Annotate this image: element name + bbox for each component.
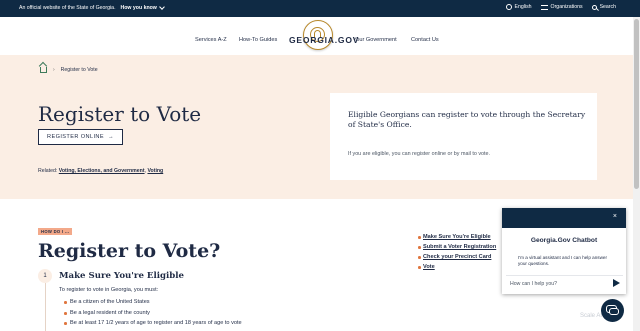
related-links: Related: Voting, Elections, and Governme…: [38, 168, 164, 174]
summary-card: Eligible Georgians can register to vote …: [330, 93, 597, 180]
list-item: Be at least 17 1/2 years of age to regis…: [64, 320, 242, 326]
organizations-icon: [540, 4, 548, 10]
breadcrumb-separator: ›: [53, 67, 55, 73]
chatbot-panel: × Georgia.Gov Chatbot I'm a virtual assi…: [502, 208, 626, 294]
home-icon[interactable]: [40, 67, 47, 73]
nav-your-government[interactable]: Your Government: [353, 37, 397, 43]
search-icon: [591, 4, 597, 10]
scrollbar-thumb[interactable]: [634, 19, 639, 189]
chatbot-input[interactable]: [510, 278, 608, 289]
register-online-label: REGISTER ONLINE: [47, 134, 104, 140]
page-scrollbar[interactable]: [633, 17, 640, 331]
breadcrumb-current: Register to Vote: [60, 67, 98, 73]
jump-link-eligible[interactable]: Make Sure You're Eligible: [418, 234, 491, 240]
official-site-banner: An official website of the State of Geor…: [0, 0, 640, 17]
language-label: English: [514, 4, 532, 10]
banner-right: English Organizations Search: [505, 4, 616, 10]
globe-icon: [505, 4, 512, 10]
site-header: Services A-Z How-To Guides GEORGIA.GOV Y…: [0, 17, 640, 55]
chatbot-input-area: [506, 275, 623, 290]
language-button[interactable]: English: [505, 4, 532, 10]
hero-section: › Register to Vote Register to Vote REGI…: [0, 55, 640, 199]
summary-heading: Eligible Georgians can register to vote …: [348, 110, 586, 129]
organizations-button[interactable]: Organizations: [540, 4, 583, 10]
chatbot-toggle-button[interactable]: [601, 299, 624, 322]
chatbot-title: Georgia.Gov Chatbot: [530, 237, 598, 244]
how-do-i-tag: HOW DO I ...: [38, 228, 73, 235]
summary-body: If you are eligible, you can register on…: [348, 151, 491, 157]
chat-bubble-icon-front: [609, 308, 619, 315]
official-site-text: An official website of the State of Geor…: [19, 5, 116, 11]
search-button[interactable]: Search: [591, 4, 616, 10]
step-title: Make Sure You're Eligible: [59, 271, 185, 281]
search-label: Search: [599, 4, 616, 10]
jump-link-submit[interactable]: Submit a Voter Registration: [417, 244, 496, 250]
how-you-know-label: How you know: [120, 5, 157, 11]
watermark: Scale AI: [580, 313, 603, 319]
jump-link-vote[interactable]: Vote: [418, 264, 435, 270]
nav-how-to-guides[interactable]: How-To Guides: [239, 37, 277, 43]
close-icon[interactable]: ×: [613, 213, 617, 220]
step-line: [45, 283, 46, 331]
banner-left: An official website of the State of Geor…: [19, 4, 165, 11]
arrow-right-icon: →: [107, 134, 114, 140]
register-online-button[interactable]: REGISTER ONLINE →: [38, 129, 123, 145]
list-item: Be a citizen of the United States: [64, 299, 150, 305]
step-intro: To register to vote in Georgia, you must…: [59, 287, 159, 293]
step-number: 1: [38, 269, 52, 283]
chatbot-message: I'm a virtual assistant and I can help a…: [518, 255, 607, 266]
organizations-label: Organizations: [550, 4, 583, 10]
brand-wordmark[interactable]: GEORGIA.GOV: [289, 35, 359, 45]
nav-contact[interactable]: Contact Us: [411, 37, 439, 43]
jump-link-precinct[interactable]: Check your Precinct Card: [417, 254, 491, 260]
breadcrumb: › Register to Vote: [40, 67, 98, 73]
section-title: Register to Vote?: [38, 240, 221, 262]
related-link[interactable]: Voting, Elections, and Government: [59, 168, 145, 174]
list-item: Be a legal resident of the county: [64, 310, 150, 316]
chevron-down-icon: [158, 4, 165, 10]
related-label: Related:: [38, 168, 58, 174]
related-link[interactable]: Voting: [147, 168, 163, 174]
page-title: Register to Vote: [38, 102, 202, 126]
chatbot-header: ×: [502, 208, 626, 228]
nav-services[interactable]: Services A-Z: [195, 37, 227, 43]
send-icon[interactable]: [613, 279, 620, 287]
how-you-know-toggle[interactable]: How you know: [120, 4, 165, 11]
